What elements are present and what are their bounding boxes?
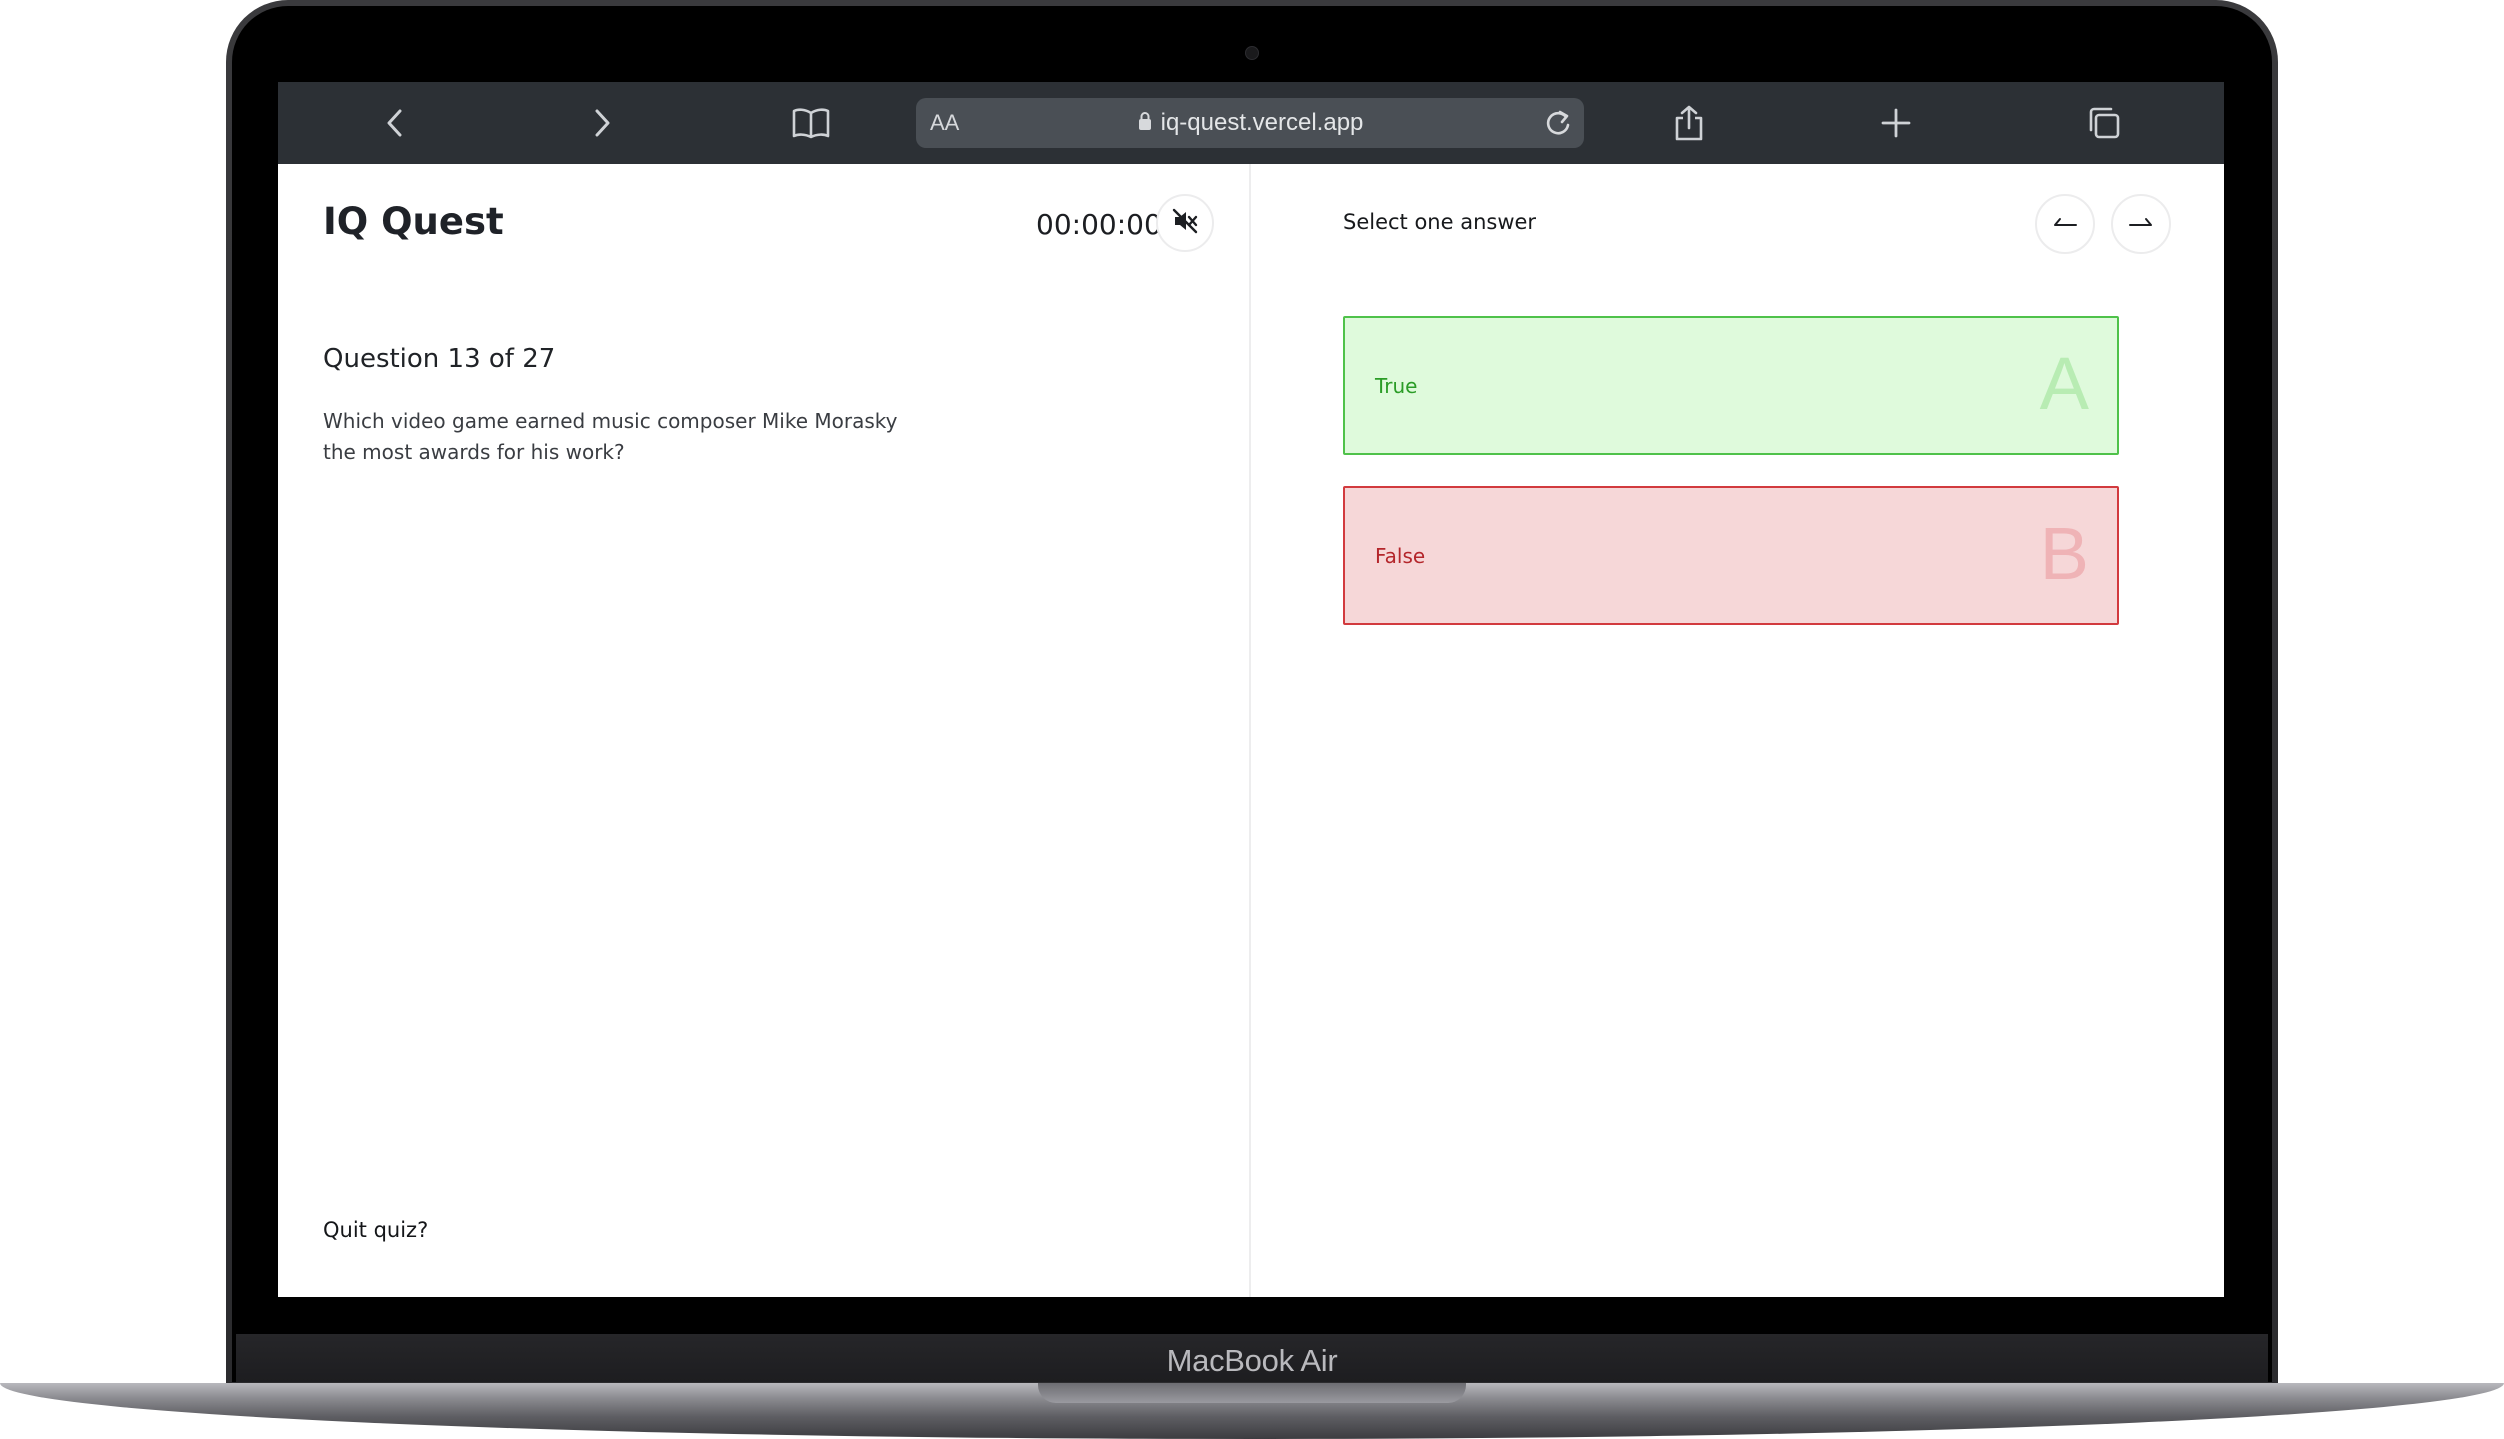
answers-panel: Select one answer True A False B	[1251, 164, 2224, 1297]
previous-question-button[interactable]	[2035, 194, 2095, 254]
answer-letter: B	[2039, 512, 2089, 595]
device-label: MacBook Air	[1166, 1343, 1338, 1378]
quiz-page: IQ Quest 00:00:00 Question 13 of 27 Whic…	[278, 164, 2224, 1297]
share-icon[interactable]	[1668, 102, 1710, 144]
arrow-left-icon	[2052, 215, 2078, 234]
arrow-right-icon	[2128, 215, 2154, 234]
chevron-left-icon[interactable]	[374, 102, 416, 144]
tabs-icon[interactable]	[2083, 102, 2125, 144]
answer-label: True	[1375, 374, 1418, 398]
lock-icon	[1137, 111, 1153, 135]
question-counter: Question 13 of 27	[323, 344, 556, 374]
book-icon[interactable]	[790, 102, 832, 144]
answer-letter: A	[2039, 342, 2089, 425]
answer-option-b[interactable]: False B	[1343, 486, 2119, 625]
browser-window: AA iq-quest.vercel.app IQ Quest 00:00:00	[278, 82, 2224, 1297]
laptop-chin: MacBook Air	[236, 1334, 2268, 1382]
url-text[interactable]: iq-quest.vercel.app	[1161, 109, 1364, 137]
timer: 00:00:00	[1036, 208, 1162, 241]
answer-option-a[interactable]: True A	[1343, 316, 2119, 455]
app-title: IQ Quest	[323, 200, 504, 243]
next-question-button[interactable]	[2111, 194, 2171, 254]
camera	[1245, 46, 1259, 60]
address-bar[interactable]: AA iq-quest.vercel.app	[916, 98, 1584, 148]
question-text: Which video game earned music composer M…	[323, 409, 898, 464]
quit-quiz-link[interactable]: Quit quiz?	[323, 1218, 428, 1242]
plus-icon[interactable]	[1875, 102, 1917, 144]
reload-icon[interactable]	[1542, 107, 1574, 143]
question-panel: IQ Quest 00:00:00 Question 13 of 27 Whic…	[278, 164, 1251, 1297]
answer-label: False	[1375, 544, 1426, 568]
browser-toolbar: AA iq-quest.vercel.app	[278, 82, 2224, 164]
mute-button[interactable]	[1156, 194, 1214, 252]
laptop-hinge-notch	[1038, 1383, 1466, 1403]
speaker-muted-icon	[1171, 207, 1199, 239]
chevron-right-icon[interactable]	[581, 102, 623, 144]
answer-instruction: Select one answer	[1343, 210, 1537, 234]
